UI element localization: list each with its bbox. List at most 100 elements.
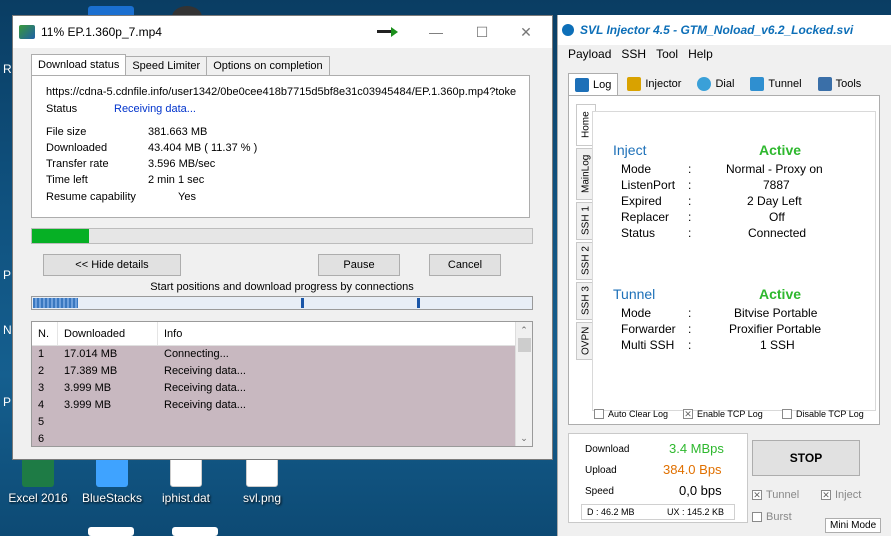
inject-option-checkbox[interactable]: ✕ Inject (821, 489, 861, 501)
download-label: Download (585, 444, 630, 455)
tab-speed-limiter[interactable]: Speed Limiter (125, 56, 208, 75)
list-item[interactable]: 2 17.389 MB Receiving data... (32, 363, 532, 380)
disable-tcp-log-checkbox[interactable]: Disable TCP Log (782, 409, 864, 419)
enable-tcp-log-checkbox[interactable]: ✕ Enable TCP Log (683, 409, 763, 419)
checkbox-label: Tunnel (766, 489, 800, 501)
column-header-n[interactable]: N. (32, 322, 58, 345)
checkbox-box[interactable]: ✕ (821, 490, 831, 500)
desktop-icon-bluestacks[interactable]: BlueStacks (74, 455, 150, 505)
menu-ssh[interactable]: SSH (621, 47, 646, 61)
pause-button[interactable]: Pause (318, 254, 400, 276)
desktop-icon-partial[interactable] (172, 527, 218, 536)
desktop-icon-iphist[interactable]: iphist.dat (148, 455, 224, 505)
checkbox-box[interactable] (594, 409, 604, 419)
progress-fill (32, 229, 89, 243)
desktop-letter: R (3, 62, 12, 76)
cell-n: 2 (38, 365, 45, 377)
connections-progress-bar (31, 296, 533, 310)
tab-log[interactable]: Log (568, 73, 619, 95)
auto-clear-log-checkbox[interactable]: Auto Clear Log (594, 409, 668, 419)
desktop-icon-svl[interactable]: svl.png (224, 455, 300, 505)
time-left-label: Time left (46, 174, 88, 186)
checkbox-box[interactable] (782, 409, 792, 419)
connections-label: Start positions and download progress by… (150, 281, 414, 293)
svl-injector-window: SVL Injector 4.5 - GTM_Noload_v6.2_Locke… (557, 15, 891, 536)
column-header-info[interactable]: Info (158, 322, 516, 345)
window-titlebar[interactable]: SVL Injector 4.5 - GTM_Noload_v6.2_Locke… (558, 15, 891, 45)
svl-app-icon (562, 24, 574, 36)
desktop-icon-partial[interactable] (88, 527, 134, 536)
tab-bar: Log Injector Dial Tunnel Tools (568, 73, 870, 95)
tunnel-icon (750, 77, 765, 91)
status-label: Status (46, 103, 78, 115)
menu-payload[interactable]: Payload (568, 47, 611, 61)
scroll-thumb[interactable] (517, 338, 531, 352)
menu-help[interactable]: Help (688, 47, 713, 61)
cell-info: Receiving data... (164, 399, 246, 411)
checkbox-box[interactable]: ✕ (752, 490, 762, 500)
tunnel-value: 1 SSH (760, 338, 795, 352)
menu-tool[interactable]: Tool (656, 47, 678, 61)
inject-key: ListenPort (621, 178, 676, 192)
time-left-value: 2 min 1 sec (148, 174, 205, 186)
tab-label: Tools (835, 78, 862, 90)
desktop-icon-label: BlueStacks (81, 491, 143, 505)
tab-bar: Download status Speed Limiter Options on… (31, 54, 330, 75)
download-progress-bar (31, 228, 533, 244)
desktop-icon-excel[interactable]: Excel 2016 (0, 455, 76, 505)
colon: : (688, 162, 692, 176)
hide-details-button[interactable]: << Hide details (43, 254, 181, 276)
list-item[interactable]: 3 3.999 MB Receiving data... (32, 380, 532, 397)
burst-option-checkbox[interactable]: Burst (752, 511, 792, 523)
file-size-value: 381.663 MB (148, 126, 208, 138)
home-info-box: Inject Active Mode : Normal - Proxy on L… (592, 111, 876, 411)
tunnel-key: Forwarder (621, 322, 676, 336)
tunnel-option-checkbox[interactable]: ✕ Tunnel (752, 489, 799, 501)
checkbox-box[interactable] (752, 512, 762, 522)
colon: : (688, 306, 692, 320)
checkbox-label: Inject (835, 489, 862, 501)
column-header-downloaded[interactable]: Downloaded (58, 322, 158, 345)
scroll-up-icon[interactable]: ⌃ (516, 322, 532, 336)
transfer-rate-value: 3.596 MB/sec (148, 158, 216, 170)
desktop-icon-label: Excel 2016 (8, 491, 68, 505)
tab-label: Tunnel (768, 78, 802, 90)
tab-options-on-completion[interactable]: Options on completion (206, 56, 330, 75)
cell-downloaded: 17.389 MB (64, 365, 118, 377)
close-button[interactable]: ✕ (503, 16, 549, 48)
colon: : (688, 178, 692, 192)
cell-downloaded: 3.999 MB (64, 382, 112, 394)
tunnel-title: Tunnel (613, 286, 656, 302)
maximize-button[interactable]: ☐ (459, 16, 505, 48)
tab-tools[interactable]: Tools (811, 73, 869, 95)
tab-download-status[interactable]: Download status (31, 54, 127, 75)
minimize-button[interactable]: — (413, 16, 459, 48)
inject-value: Normal - Proxy on (726, 162, 823, 176)
list-item[interactable]: 4 3.999 MB Receiving data... (32, 397, 532, 414)
inject-value: 2 Day Left (747, 194, 802, 208)
upload-label: Upload (585, 465, 617, 476)
tunnel-state: Active (759, 286, 802, 302)
resume-capability-label: Resume capability (46, 191, 136, 203)
mini-mode-button[interactable]: Mini Mode (825, 518, 882, 533)
stats-panel: Download 3.4 MBps Upload 384.0 Bps Speed… (568, 433, 748, 523)
cell-n: 5 (38, 416, 45, 428)
list-scrollbar[interactable]: ⌃ ⌄ (515, 322, 532, 446)
scroll-down-icon[interactable]: ⌄ (516, 433, 532, 444)
syringe-icon (627, 77, 642, 91)
list-item[interactable]: 1 17.014 MB Connecting... (32, 346, 532, 363)
cancel-button[interactable]: Cancel (429, 254, 501, 276)
inject-key: Expired (621, 194, 662, 208)
list-item[interactable]: 5 (32, 414, 532, 431)
checkbox-box[interactable]: ✕ (683, 409, 693, 419)
menu-bar: Payload SSH Tool Help (568, 47, 723, 61)
colon: : (688, 322, 692, 336)
inject-key: Replacer (621, 210, 670, 224)
tab-injector[interactable]: Injector (620, 73, 688, 95)
desktop-icon-label: iphist.dat (161, 491, 211, 505)
colon: : (688, 338, 692, 352)
tab-tunnel[interactable]: Tunnel (743, 73, 808, 95)
tab-dial[interactable]: Dial (690, 73, 741, 95)
list-item[interactable]: 6 (32, 431, 532, 446)
stop-button[interactable]: STOP (752, 440, 860, 476)
